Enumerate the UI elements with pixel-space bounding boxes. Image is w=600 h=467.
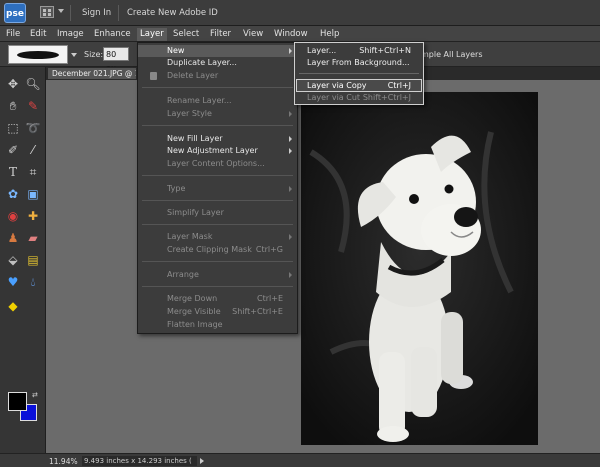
- magic-wand-icon[interactable]: ⁄: [24, 141, 42, 159]
- zoom-level: 11.94%: [49, 457, 78, 466]
- chevron-right-icon: [289, 148, 292, 154]
- cookie-cutter-icon[interactable]: ✿: [4, 185, 22, 203]
- divider: [118, 5, 119, 21]
- menu-separator: [142, 261, 293, 262]
- menu-window[interactable]: Window: [271, 28, 311, 41]
- title-bar: pse Sign In Create New Adobe ID: [0, 0, 600, 26]
- menu-file[interactable]: File: [3, 28, 23, 41]
- menu-separator: [142, 200, 293, 201]
- chevron-right-icon: [289, 111, 292, 117]
- menu-item-layer-mask[interactable]: Layer Mask: [138, 231, 297, 243]
- paint-bucket-icon[interactable]: ⬙: [4, 251, 22, 269]
- menu-item-arrange[interactable]: Arrange: [138, 269, 297, 281]
- sign-in-link[interactable]: Sign In: [82, 8, 111, 18]
- menu-item-new-fill-layer[interactable]: New Fill Layer: [138, 133, 297, 145]
- crop-icon[interactable]: ⌗: [24, 163, 42, 181]
- menu-select[interactable]: Select: [170, 28, 202, 41]
- clone-stamp-icon[interactable]: ♟: [4, 229, 22, 247]
- app-logo: pse: [4, 3, 26, 23]
- menu-item-layer-style[interactable]: Layer Style: [138, 108, 297, 120]
- foreground-color-swatch[interactable]: [8, 392, 27, 411]
- menu-item-layer-content-options[interactable]: Layer Content Options...: [138, 158, 297, 170]
- chevron-right-icon: [289, 186, 292, 192]
- menu-separator: [142, 286, 293, 287]
- menu-item-flatten-image[interactable]: Flatten Image: [138, 319, 297, 331]
- document-size: 9.493 inches x 14.293 inches (: [82, 456, 197, 466]
- menu-item-merge-visible[interactable]: Merge Visible Shift+Ctrl+E: [138, 306, 297, 318]
- menu-layer[interactable]: Layer: [137, 28, 167, 41]
- menu-item-type[interactable]: Type: [138, 183, 297, 195]
- hand-icon[interactable]: ✋︎: [4, 97, 22, 115]
- document-tab[interactable]: December 021.JPG @ 11.9: [47, 67, 137, 80]
- toolbox: ✥ 🔍︎ ✋︎ ✎ ⬚ ➰ ✐ ⁄ T ⌗ ✿ ▣ ◉ ✚ ♟ ▰ ⬙ ▤ ♥ …: [0, 67, 46, 458]
- menu-item-delete-layer[interactable]: Delete Layer: [138, 70, 297, 82]
- sponge-icon[interactable]: ◆: [4, 297, 22, 315]
- menu-item-new-adjustment-layer[interactable]: New Adjustment Layer: [138, 145, 297, 157]
- marquee-icon[interactable]: ⬚: [4, 119, 22, 137]
- submenu-item-layer-from-background[interactable]: Layer From Background...: [295, 57, 423, 69]
- chevron-right-icon[interactable]: [200, 458, 204, 464]
- submenu-item-layer[interactable]: Layer... Shift+Ctrl+N: [295, 45, 423, 57]
- menu-item-simplify-layer[interactable]: Simplify Layer: [138, 207, 297, 219]
- type-icon[interactable]: T: [4, 163, 22, 181]
- menu-item-rename-layer[interactable]: Rename Layer...: [138, 95, 297, 107]
- menu-bar: File Edit Image Enhance Layer Select Fil…: [0, 26, 600, 42]
- trash-icon: [150, 72, 157, 80]
- dog-photo: [301, 92, 538, 445]
- eyedropper-icon[interactable]: ✎: [24, 97, 42, 115]
- submenu-item-layer-via-copy[interactable]: Layer via Copy Ctrl+J: [295, 80, 423, 92]
- new-layer-submenu: Layer... Shift+Ctrl+N Layer From Backgrou…: [294, 42, 424, 105]
- chevron-down-icon[interactable]: [58, 9, 64, 13]
- blur-icon[interactable]: 💧︎: [24, 273, 42, 291]
- menu-enhance[interactable]: Enhance: [91, 28, 134, 41]
- divider: [70, 5, 71, 21]
- straighten-icon[interactable]: ▣: [24, 185, 42, 203]
- menu-image[interactable]: Image: [54, 28, 87, 41]
- menu-separator: [299, 73, 419, 74]
- menu-separator: [142, 125, 293, 126]
- menu-separator: [142, 224, 293, 225]
- red-eye-icon[interactable]: ◉: [4, 207, 22, 225]
- chevron-down-icon[interactable]: [71, 53, 77, 57]
- eraser-icon[interactable]: ▰: [24, 229, 42, 247]
- chevron-right-icon: [289, 48, 292, 54]
- zoom-icon[interactable]: 🔍︎: [24, 75, 42, 93]
- menu-separator: [142, 87, 293, 88]
- shape-icon[interactable]: ♥: [4, 273, 22, 291]
- lasso-icon[interactable]: ➰: [24, 119, 42, 137]
- swap-colors-icon[interactable]: ⇄: [32, 391, 38, 399]
- menu-help[interactable]: Help: [317, 28, 342, 41]
- submenu-item-layer-via-cut[interactable]: Layer via Cut Shift+Ctrl+J: [295, 92, 423, 104]
- chevron-right-icon: [289, 136, 292, 142]
- menu-separator: [142, 175, 293, 176]
- menu-filter[interactable]: Filter: [207, 28, 234, 41]
- size-label: Size:: [84, 50, 104, 59]
- workspace-layout-icon[interactable]: [40, 6, 54, 18]
- gradient-icon[interactable]: ▤: [24, 251, 42, 269]
- quick-selection-icon[interactable]: ✐: [4, 141, 22, 159]
- chevron-right-icon: [289, 272, 292, 278]
- spot-healing-icon[interactable]: ✚: [24, 207, 42, 225]
- menu-item-create-clipping-mask[interactable]: Create Clipping Mask Ctrl+G: [138, 244, 297, 256]
- menu-item-new[interactable]: New: [138, 45, 297, 57]
- status-bar: 11.94% 9.493 inches x 14.293 inches (: [0, 453, 600, 467]
- menu-item-merge-down[interactable]: Merge Down Ctrl+E: [138, 293, 297, 305]
- menu-edit[interactable]: Edit: [27, 28, 49, 41]
- brush-preset-picker[interactable]: [8, 45, 68, 64]
- create-adobe-id-link[interactable]: Create New Adobe ID: [127, 8, 218, 18]
- menu-item-duplicate-layer[interactable]: Duplicate Layer...: [138, 57, 297, 69]
- menu-view[interactable]: View: [240, 28, 266, 41]
- chevron-right-icon: [289, 234, 292, 240]
- document-image[interactable]: [301, 92, 538, 445]
- move-icon[interactable]: ✥: [4, 75, 22, 93]
- sample-all-layers-label[interactable]: mple All Layers: [421, 50, 483, 59]
- size-input[interactable]: 80 px: [103, 47, 129, 73]
- layer-menu-dropdown: New Duplicate Layer... Delete Layer Rena…: [137, 42, 298, 334]
